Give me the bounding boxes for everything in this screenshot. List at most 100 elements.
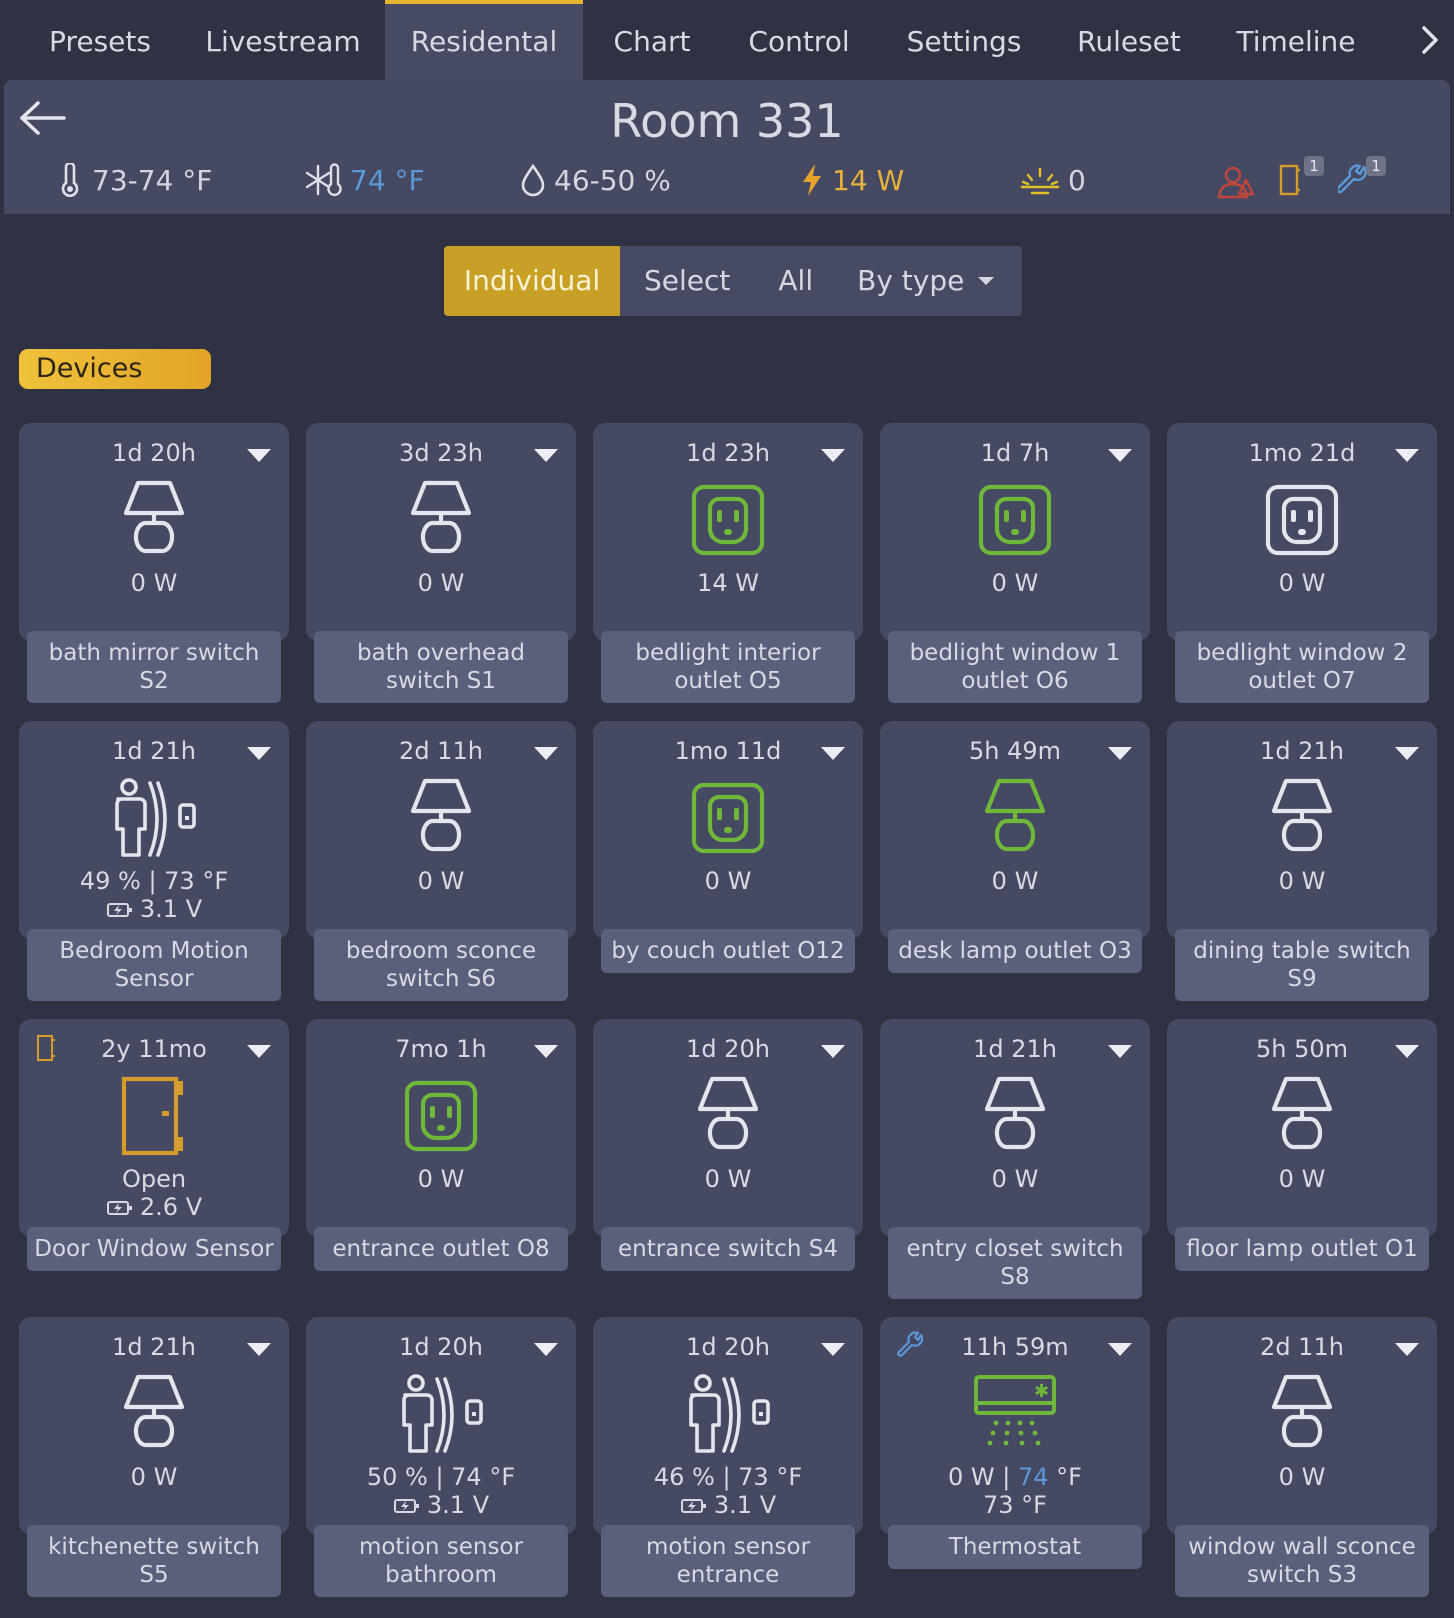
individual-button[interactable]: Individual [444,246,620,316]
lamp-icon [123,480,185,554]
door-count-indicator[interactable]: 1 [1278,156,1324,202]
temperature-reading: 73 °F [983,1491,1047,1519]
device-card[interactable]: 1d 7h 0 W [880,423,1150,641]
caret-down-icon[interactable] [1108,1045,1132,1058]
view-mode-selector: Individual Select All By type [444,246,1023,316]
device-name-label[interactable]: motion sensor entrance [601,1525,855,1597]
chevron-right-icon[interactable] [1410,20,1450,60]
device-card[interactable]: 11h 59m ✱ 0 W | 74 °F 73 °F [880,1317,1150,1535]
caret-down-icon[interactable] [247,747,271,760]
light-value: 0 [1068,163,1086,197]
caret-down-icon[interactable] [1108,747,1132,760]
service-count-indicator[interactable]: 1 [1336,156,1386,202]
device-icon-wrap [678,1371,778,1455]
device-name-label[interactable]: bedroom sconce switch S6 [314,929,568,1001]
battery-reading: 3.1 V [593,1491,863,1519]
devices-section-label: Devices [19,349,211,389]
caret-down-icon[interactable] [1395,1045,1419,1058]
device-card[interactable]: 1d 21h 0 W [880,1019,1150,1237]
caret-down-icon[interactable] [534,747,558,760]
device-card[interactable]: 1d 21h 49 % | 73 °F 3.1 V [19,721,289,939]
wrench-icon [897,1331,924,1357]
caret-down-icon[interactable] [821,1045,845,1058]
device-card[interactable]: 5h 49m 0 W [880,721,1150,939]
lamp-icon [984,1076,1046,1150]
tab-ruleset[interactable]: Ruleset [1070,0,1188,80]
caret-down-icon[interactable] [821,449,845,462]
device-card[interactable]: 1mo 21d 0 W [1167,423,1437,641]
device-card[interactable]: 1d 20h 50 % | 74 °F 3.1 V [306,1317,576,1535]
motion-sensor-icon [115,778,196,857]
device-name-label[interactable]: Bedroom Motion Sensor [27,929,281,1001]
device-name-label[interactable]: floor lamp outlet O1 [1175,1227,1429,1271]
device-name-label[interactable]: Thermostat [888,1525,1142,1569]
device-icon-wrap [401,775,481,859]
device-card[interactable]: 1d 21h 0 W [19,1317,289,1535]
by-type-dropdown[interactable]: By type [835,246,1022,316]
tab-livestream[interactable]: Livestream [190,0,376,80]
device-name-label[interactable]: bedlight window 1 outlet O6 [888,631,1142,703]
device-card[interactable]: 1d 23h 14 W [593,423,863,641]
device-card[interactable]: 1mo 11d 0 W [593,721,863,939]
caret-down-icon[interactable] [821,1343,845,1356]
device-name-label[interactable]: motion sensor bathroom [314,1525,568,1597]
lamp-icon [1271,778,1333,852]
caret-down-icon[interactable] [534,1343,558,1356]
device-card[interactable]: 1d 20h 46 % | 73 °F 3.1 V [593,1317,863,1535]
water-drop-icon [521,163,545,197]
battery-icon [393,1499,419,1513]
device-reading: 0 W [991,1165,1039,1193]
device-reading: 0 W [1278,867,1326,895]
caret-down-icon[interactable] [247,1045,271,1058]
device-card[interactable]: 3d 23h 0 W [306,423,576,641]
caret-down-icon[interactable] [1395,449,1419,462]
tab-settings[interactable]: Settings [898,0,1030,80]
device-name-label[interactable]: bath overhead switch S1 [314,631,568,703]
caret-down-icon[interactable] [534,1045,558,1058]
device-name-label[interactable]: entry closet switch S8 [888,1227,1142,1299]
device-card[interactable]: 1d 21h 0 W [1167,721,1437,939]
device-name-label[interactable]: bedlight window 2 outlet O7 [1175,631,1429,703]
tab-presets[interactable]: Presets [28,0,172,80]
device-name-label[interactable]: by couch outlet O12 [601,929,855,973]
select-button[interactable]: Select [620,246,754,316]
device-name-label[interactable]: kitchenette switch S5 [27,1525,281,1597]
caret-down-icon[interactable] [534,449,558,462]
tab-timeline[interactable]: Timeline [1230,0,1362,80]
device-card[interactable]: 5h 50m 0 W [1167,1019,1437,1237]
caret-down-icon[interactable] [821,747,845,760]
tab-control[interactable]: Control [734,0,864,80]
device-reading: 46 % | 73 °F [653,1463,803,1491]
device-name-label[interactable]: Door Window Sensor [27,1227,281,1271]
device-name-label[interactable]: bath mirror switch S2 [27,631,281,703]
device-reading: 0 W [991,867,1039,895]
device-icon-wrap [1262,775,1342,859]
caret-down-icon[interactable] [1395,747,1419,760]
caret-down-icon[interactable] [1108,1343,1132,1356]
device-icon-wrap [688,1073,768,1157]
device-card[interactable]: 2d 11h 0 W [1167,1317,1437,1535]
caret-down-icon[interactable] [1108,449,1132,462]
caret-down-icon[interactable] [1395,1343,1419,1356]
temperature-value: 73-74 °F [92,163,213,197]
door-count-badge: 1 [1304,156,1324,176]
device-name-label[interactable]: bedlight interior outlet O5 [601,631,855,703]
device-card[interactable]: 1d 20h 0 W [593,1019,863,1237]
device-name-label[interactable]: dining table switch S9 [1175,929,1429,1001]
device-card[interactable]: 7mo 1h 0 W [306,1019,576,1237]
device-card[interactable]: 2d 11h 0 W [306,721,576,939]
page-title: Room 331 [610,94,844,148]
battery-icon [106,903,132,917]
device-name-label[interactable]: entrance outlet O8 [314,1227,568,1271]
device-name-label[interactable]: window wall sconce switch S3 [1175,1525,1429,1597]
tab-residental[interactable]: Residental [385,0,583,80]
device-card[interactable]: 1d 20h 0 W [19,423,289,641]
device-name-label[interactable]: entrance switch S4 [601,1227,855,1271]
person-alert-icon[interactable] [1216,164,1254,200]
tab-chart[interactable]: Chart [598,0,706,80]
all-button[interactable]: All [754,246,835,316]
device-card[interactable]: 2y 11mo Open 2.6 V [19,1019,289,1237]
caret-down-icon[interactable] [247,1343,271,1356]
device-name-label[interactable]: desk lamp outlet O3 [888,929,1142,973]
caret-down-icon[interactable] [247,449,271,462]
